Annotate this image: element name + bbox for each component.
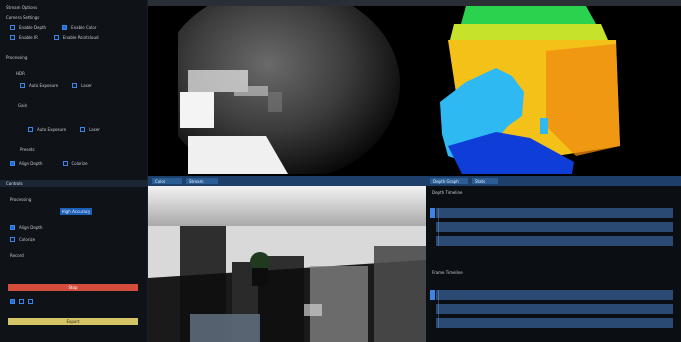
stop-button-label: Stop [68, 285, 78, 290]
controls-row-1-label: Processing [10, 196, 32, 202]
controls-row-1: Processing [10, 196, 31, 202]
checkbox-hdr-2-box[interactable] [28, 126, 33, 132]
depth-timeline-band-1 [436, 208, 673, 218]
record-checkbox-2[interactable] [19, 298, 24, 304]
high-accuracy-label: High Accuracy [61, 209, 91, 214]
sidebar-title: Stream Options [6, 4, 38, 10]
align-depth-label: Align Depth [19, 224, 43, 230]
checkbox-presets-box[interactable] [10, 160, 15, 166]
depth-timeline-caption: Depth Timeline [432, 190, 463, 195]
checkbox-pointcloud-box[interactable] [53, 34, 59, 40]
section-processing: Processing [6, 54, 27, 60]
ir-stream-view[interactable] [148, 6, 426, 174]
section-hdr-label: HDR [16, 70, 25, 76]
section-camera-settings-label: Camera Settings [6, 14, 40, 20]
export-button[interactable]: Export [8, 318, 138, 325]
right-tab-depth-graph-label: Depth Graph [433, 178, 459, 184]
checkbox-presets-label: Align Depth [19, 160, 43, 166]
stop-button[interactable]: Stop [8, 284, 138, 291]
checkbox-hdr-3-label: Laser [89, 126, 100, 132]
checkbox-auto-exposure-box[interactable] [20, 82, 25, 88]
right-graphs-panel: Depth Timeline Frame Timeline [426, 186, 681, 342]
depth-stream-view[interactable] [426, 6, 681, 174]
checkbox-presets-box-2[interactable] [62, 160, 68, 166]
frame-timeline-band-1 [436, 290, 673, 300]
record-row: Record [10, 252, 24, 258]
depth-timeline-band-3 [436, 236, 673, 246]
rgb-stream-view[interactable] [148, 186, 426, 342]
checkbox-row-record[interactable] [10, 298, 33, 304]
frame-timeline-band-3 [436, 318, 673, 328]
section-processing-label: Processing [6, 54, 28, 60]
rgb-stream-image [148, 186, 426, 342]
sidebar-title-row: Stream Options [6, 4, 37, 10]
rgb-panel-header: Color Stream [148, 176, 426, 186]
checkbox-pointcloud-label: Enable Pointcloud [62, 34, 99, 40]
section-controls-header: Controls [0, 180, 148, 187]
checkbox-depth-label: Enable Depth [19, 24, 47, 30]
checkbox-color-box[interactable] [62, 24, 68, 30]
section-hdr: HDR [16, 70, 25, 76]
rgb-tab-stream-label: Stream [189, 178, 204, 184]
frame-timeline-caption: Frame Timeline [432, 270, 463, 275]
checkbox-laser-label: Laser [81, 82, 92, 88]
section-controls-header-label: Controls [6, 181, 23, 186]
label-gain-text: Gain [18, 102, 28, 108]
controls-row-2[interactable]: Align Depth [10, 224, 43, 230]
rgb-tab-stream[interactable]: Stream [186, 178, 218, 184]
colorize-label: Colorize [19, 236, 36, 242]
depth-stream-image [426, 6, 681, 174]
checkbox-laser-box[interactable] [72, 82, 78, 88]
right-tab-stats-label: Stats [475, 178, 486, 184]
colorize-checkbox[interactable] [10, 236, 15, 242]
frame-timeline-band-2 [436, 304, 673, 314]
section-presets-label: Presets [20, 146, 35, 152]
right-panel-header: Depth Graph Stats [426, 176, 681, 186]
checkbox-color-label: Enable Color [71, 24, 97, 30]
depth-timeline-graph[interactable] [426, 200, 681, 260]
rgb-tab-color[interactable]: Color [152, 178, 182, 184]
checkbox-enable-depth[interactable]: Enable Depth Enable Color [10, 24, 96, 30]
depth-timeline-marker [438, 208, 439, 246]
frame-timeline-graph[interactable] [426, 280, 681, 342]
depth-timeline-band-2 [436, 222, 673, 232]
frame-timeline-marker [438, 290, 439, 328]
depth-timeline-selector[interactable] [430, 208, 435, 218]
controls-row-3[interactable]: Colorize [10, 236, 35, 242]
record-checkbox-3[interactable] [28, 298, 33, 304]
right-tab-depth-graph[interactable]: Depth Graph [430, 178, 468, 184]
left-sidebar: Stream Options Camera Settings Enable De… [0, 0, 148, 342]
checkbox-ir-box[interactable] [10, 34, 15, 40]
checkbox-row-presets[interactable]: Align Depth Colorize [10, 160, 88, 166]
ir-stream-image [148, 6, 426, 174]
checkbox-enable-ir[interactable]: Enable IR Enable Pointcloud [10, 34, 99, 40]
label-gain: Gain [18, 102, 27, 108]
section-presets: Presets [20, 146, 35, 152]
record-checkbox-1[interactable] [10, 298, 15, 304]
align-depth-checkbox[interactable] [10, 224, 15, 230]
checkbox-auto-exposure[interactable]: Auto Exposure Laser [20, 82, 92, 88]
frame-timeline-selector[interactable] [430, 290, 435, 300]
record-label: Record [10, 252, 24, 258]
section-camera-settings: Camera Settings [6, 14, 39, 20]
right-tab-stats[interactable]: Stats [472, 178, 498, 184]
checkbox-hdr-2-label: Auto Exposure [37, 126, 67, 132]
sidebar-content: Stream Options Camera Settings Enable De… [0, 0, 148, 342]
high-accuracy-button[interactable]: High Accuracy [60, 208, 92, 215]
checkbox-presets-label-2: Colorize [71, 160, 88, 166]
checkbox-ir-label: Enable IR [19, 34, 38, 40]
checkbox-hdr-3-box[interactable] [80, 126, 86, 132]
checkbox-auto-exposure-label: Auto Exposure [29, 82, 59, 88]
checkbox-depth-box[interactable] [10, 24, 15, 30]
rgb-tab-color-label: Color [155, 178, 166, 184]
checkbox-row-hdr-2[interactable]: Auto Exposure Laser [28, 126, 100, 132]
export-button-label: Export [66, 319, 80, 324]
